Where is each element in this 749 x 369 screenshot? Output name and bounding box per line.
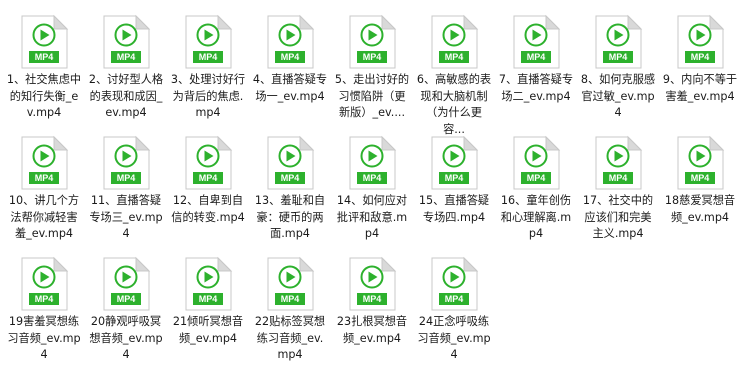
file-name: 16、童年创伤和心理解离.mp4: [500, 194, 572, 240]
file-name: 20静观呼吸冥想音频_ev.mp4: [89, 315, 163, 361]
svg-text:MP4: MP4: [445, 52, 464, 62]
file-item[interactable]: MP4 16、童年创伤和心理解离.mp4: [496, 135, 576, 243]
file-name: 7、直播答疑专场二_ev.mp4: [498, 73, 574, 103]
svg-text:MP4: MP4: [363, 173, 382, 183]
svg-text:MP4: MP4: [527, 52, 546, 62]
file-name: 2、讨好型人格的表现和成因_ev.mp4: [88, 73, 164, 119]
mp4-file-icon: MP4: [349, 135, 397, 190]
file-item[interactable]: MP4 2、讨好型人格的表现和成因_ev.mp4: [86, 14, 166, 122]
svg-text:MP4: MP4: [199, 173, 218, 183]
file-name: 12、自卑到自信的转变.mp4: [171, 194, 245, 224]
file-name: 6、高敏感的表现和大脑机制（为什么更容...: [416, 73, 492, 136]
mp4-file-icon: MP4: [349, 256, 397, 311]
file-item[interactable]: MP4 11、直播答疑专场三_ev.mp4: [86, 135, 166, 243]
svg-text:MP4: MP4: [609, 52, 628, 62]
file-name: 22贴标签冥想练习音频_ev.mp4: [254, 315, 326, 361]
file-item[interactable]: MP4 13、羞耻和自豪：硬币的两面.mp4: [250, 135, 330, 243]
mp4-file-icon: MP4: [185, 256, 233, 311]
mp4-file-icon: MP4: [431, 256, 479, 311]
svg-text:MP4: MP4: [691, 52, 710, 62]
file-name: 8、如何克服感官过敏_ev.mp4: [580, 73, 656, 119]
mp4-file-icon: MP4: [677, 14, 725, 69]
svg-text:MP4: MP4: [281, 294, 300, 304]
file-name: 1、社交焦虑中的知行失衡_ev.mp4: [6, 73, 82, 119]
mp4-file-icon: MP4: [349, 14, 397, 69]
mp4-file-icon: MP4: [267, 14, 315, 69]
mp4-file-icon: MP4: [595, 135, 643, 190]
file-name: 17、社交中的应该们和完美主义.mp4: [582, 194, 654, 240]
file-name: 3、处理讨好行为背后的焦虑.mp4: [170, 73, 246, 119]
svg-text:MP4: MP4: [363, 52, 382, 62]
file-item[interactable]: MP4 8、如何克服感官过敏_ev.mp4: [578, 14, 658, 122]
file-name: 11、直播答疑专场三_ev.mp4: [89, 194, 163, 240]
mp4-file-icon: MP4: [431, 14, 479, 69]
svg-text:MP4: MP4: [117, 52, 136, 62]
mp4-file-icon: MP4: [21, 135, 69, 190]
file-name: 23扎根冥想音频_ev.mp4: [336, 315, 408, 345]
mp4-file-icon: MP4: [21, 14, 69, 69]
file-name: 14、如何应对批评和敌意.mp4: [336, 194, 408, 240]
file-item[interactable]: MP4 17、社交中的应该们和完美主义.mp4: [578, 135, 658, 243]
svg-text:MP4: MP4: [199, 52, 218, 62]
mp4-file-icon: MP4: [267, 135, 315, 190]
mp4-file-icon: MP4: [103, 135, 151, 190]
file-item[interactable]: MP4 22贴标签冥想练习音频_ev.mp4: [250, 256, 330, 364]
file-item[interactable]: MP4 24正念呼吸练习音频_ev.mp4: [414, 256, 494, 364]
file-item[interactable]: MP4 5、走出讨好的习惯陷阱（更新版）_ev....: [332, 14, 412, 122]
file-name: 5、走出讨好的习惯陷阱（更新版）_ev....: [334, 73, 410, 119]
file-name: 24正念呼吸练习音频_ev.mp4: [417, 315, 491, 361]
file-item[interactable]: MP4 3、处理讨好行为背后的焦虑.mp4: [168, 14, 248, 122]
file-item[interactable]: MP4 19害羞冥想练习音频_ev.mp4: [4, 256, 84, 364]
file-name: 15、直播答疑专场四.mp4: [418, 194, 490, 224]
svg-text:MP4: MP4: [527, 173, 546, 183]
file-item[interactable]: MP4 9、内向不等于害羞_ev.mp4: [660, 14, 740, 105]
file-item[interactable]: MP4 15、直播答疑专场四.mp4: [414, 135, 494, 226]
file-item[interactable]: MP4 18慈爱冥想音频_ev.mp4: [660, 135, 740, 226]
file-item[interactable]: MP4 23扎根冥想音频_ev.mp4: [332, 256, 412, 347]
mp4-file-icon: MP4: [21, 256, 69, 311]
file-item[interactable]: MP4 4、直播答疑专场一_ev.mp4: [250, 14, 330, 105]
file-item[interactable]: MP4 7、直播答疑专场二_ev.mp4: [496, 14, 576, 105]
svg-text:MP4: MP4: [117, 173, 136, 183]
svg-text:MP4: MP4: [691, 173, 710, 183]
mp4-file-icon: MP4: [513, 135, 561, 190]
mp4-file-icon: MP4: [103, 14, 151, 69]
mp4-file-icon: MP4: [595, 14, 643, 69]
file-item[interactable]: MP4 6、高敏感的表现和大脑机制（为什么更容...: [414, 14, 494, 138]
mp4-file-icon: MP4: [513, 14, 561, 69]
file-name: 19害羞冥想练习音频_ev.mp4: [7, 315, 81, 361]
mp4-file-icon: MP4: [431, 135, 479, 190]
file-item[interactable]: MP4 10、讲几个方法帮你减轻害羞_ev.mp4: [4, 135, 84, 243]
file-name: 21倾听冥想音频_ev.mp4: [172, 315, 244, 345]
mp4-file-icon: MP4: [677, 135, 725, 190]
svg-text:MP4: MP4: [281, 52, 300, 62]
svg-text:MP4: MP4: [35, 173, 54, 183]
svg-text:MP4: MP4: [609, 173, 628, 183]
svg-text:MP4: MP4: [363, 294, 382, 304]
file-item[interactable]: MP4 12、自卑到自信的转变.mp4: [168, 135, 248, 226]
file-item[interactable]: MP4 20静观呼吸冥想音频_ev.mp4: [86, 256, 166, 364]
mp4-file-icon: MP4: [185, 14, 233, 69]
svg-text:MP4: MP4: [199, 294, 218, 304]
svg-text:MP4: MP4: [281, 173, 300, 183]
file-item[interactable]: MP4 1、社交焦虑中的知行失衡_ev.mp4: [4, 14, 84, 122]
svg-text:MP4: MP4: [445, 294, 464, 304]
svg-text:MP4: MP4: [445, 173, 464, 183]
mp4-file-icon: MP4: [267, 256, 315, 311]
svg-text:MP4: MP4: [35, 52, 54, 62]
file-item[interactable]: MP4 14、如何应对批评和敌意.mp4: [332, 135, 412, 243]
file-name: 13、羞耻和自豪：硬币的两面.mp4: [254, 194, 326, 240]
file-grid: MP4 1、社交焦虑中的知行失衡_ev.mp4 MP4 2、讨好型人格的表现和成…: [0, 0, 749, 369]
svg-text:MP4: MP4: [35, 294, 54, 304]
mp4-file-icon: MP4: [185, 135, 233, 190]
file-name: 10、讲几个方法帮你减轻害羞_ev.mp4: [8, 194, 80, 240]
file-name: 4、直播答疑专场一_ev.mp4: [252, 73, 328, 103]
svg-text:MP4: MP4: [117, 294, 136, 304]
file-name: 18慈爱冥想音频_ev.mp4: [664, 194, 736, 224]
mp4-file-icon: MP4: [103, 256, 151, 311]
file-item[interactable]: MP4 21倾听冥想音频_ev.mp4: [168, 256, 248, 347]
file-name: 9、内向不等于害羞_ev.mp4: [662, 73, 738, 103]
